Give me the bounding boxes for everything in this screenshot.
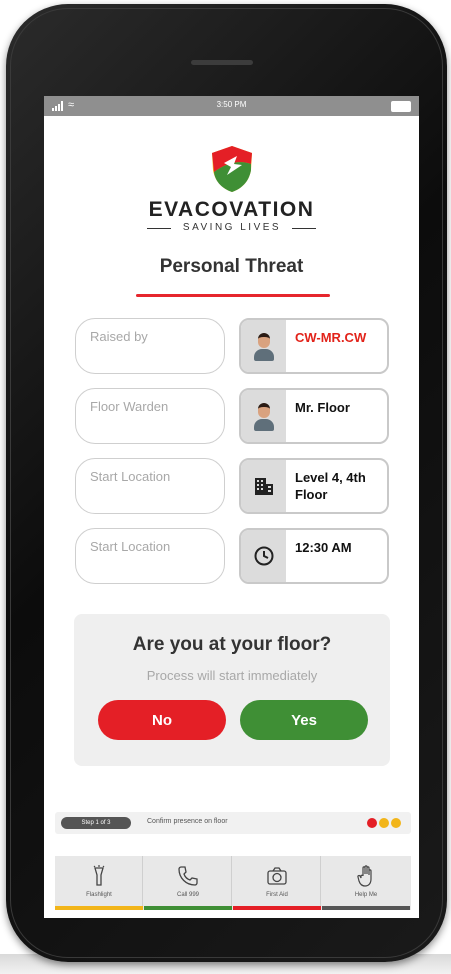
raised-by-value-box[interactable]: CW-MR.CW (239, 318, 389, 374)
step-dot-yellow (379, 818, 389, 828)
prompt-subtitle: Process will start immediately (146, 668, 318, 683)
nav-first-aid-label: First Aid (266, 892, 288, 898)
step-progress-bar: Step 1 of 3 Confirm presence on floor (55, 812, 411, 834)
start-location-label: Start Location (75, 458, 225, 514)
nav-call-strip (144, 906, 232, 910)
title-underline (136, 294, 330, 297)
brand-name: EVACOVATION (148, 198, 315, 221)
tagline-rule-right (292, 228, 316, 229)
prompt-question: Are you at your floor? (132, 634, 332, 655)
battery-icon (391, 101, 411, 112)
person-avatar-icon (241, 390, 286, 442)
flashlight-icon (93, 865, 105, 886)
nav-help-strip (322, 906, 410, 910)
no-button[interactable]: No (98, 700, 226, 740)
nav-flashlight[interactable]: Flashlight (55, 856, 143, 910)
building-icon (241, 460, 286, 512)
start-location-value: Level 4, 4th Floor (295, 470, 366, 502)
floor-warden-value-box[interactable]: Mr. Floor (239, 388, 389, 444)
hand-icon (357, 865, 372, 887)
start-location-value-box[interactable]: Level 4, 4th Floor (239, 458, 389, 514)
floor-confirm-card: Are you at your floor? Process will star… (74, 614, 390, 766)
clock-icon (241, 530, 286, 582)
start-time-label: Start Location (75, 528, 225, 584)
nav-first-aid-strip (233, 906, 321, 910)
phone-screen: ≈ 3:50 PM EVACOVATION SAVING LIVES Perso… (44, 96, 419, 918)
camera-icon (267, 867, 287, 885)
phone-icon (178, 866, 198, 886)
nav-flashlight-label: Flashlight (86, 892, 112, 898)
status-bar: ≈ 3:50 PM (44, 96, 419, 116)
nav-help-label: Help Me (354, 892, 378, 898)
yes-button[interactable]: Yes (240, 700, 368, 740)
raised-by-value: CW-MR.CW (295, 330, 367, 345)
start-time-value-box[interactable]: 12:30 AM (239, 528, 389, 584)
nav-first-aid[interactable]: First Aid (233, 856, 321, 910)
floor-warden-label: Floor Warden (75, 388, 225, 444)
bottom-nav: Flashlight Call 999 First Aid Help Me (55, 856, 411, 910)
nav-help[interactable]: Help Me (322, 856, 410, 910)
logo-shield-icon (212, 146, 252, 192)
start-time-value: 12:30 AM (295, 540, 352, 555)
floor-warden-value: Mr. Floor (295, 400, 350, 415)
page-title: Personal Threat (159, 256, 304, 277)
step-text: Confirm presence on floor (147, 818, 228, 825)
nav-call-label: Call 999 (176, 892, 199, 898)
nav-flashlight-strip (55, 906, 143, 910)
raised-by-label: Raised by (75, 318, 225, 374)
step-dot-red (367, 818, 377, 828)
nav-call[interactable]: Call 999 (144, 856, 232, 910)
step-dot-yellow-2 (391, 818, 401, 828)
status-time: 3:50 PM (216, 100, 247, 109)
step-badge: Step 1 of 3 (61, 817, 131, 829)
phone-speaker (191, 60, 253, 65)
person-avatar-icon (241, 320, 286, 372)
